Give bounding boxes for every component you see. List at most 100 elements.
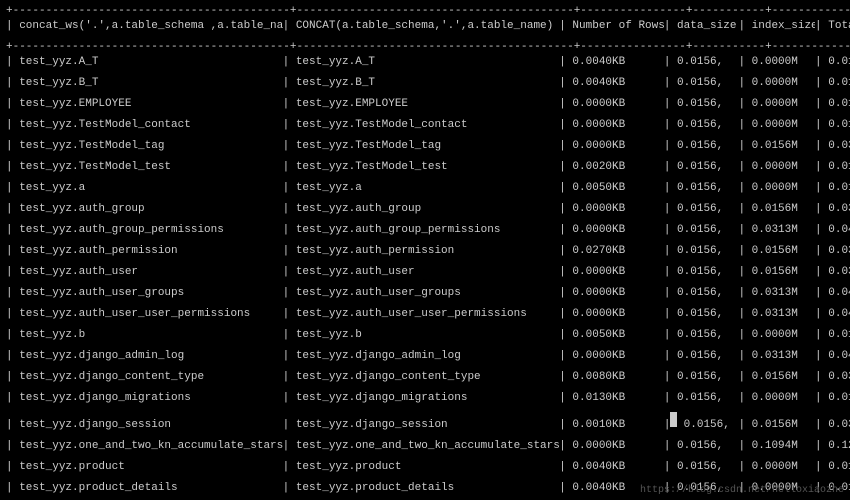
cell-data: 0.0156, — [670, 307, 738, 322]
col-total: Total — [822, 19, 850, 34]
cell-rows: 0.0000KB — [566, 439, 664, 454]
cell-data: 0.0156, — [670, 412, 738, 433]
cell-rows: 0.0000KB — [566, 97, 664, 112]
cell-index: 0.0156M — [745, 418, 815, 433]
cell-total: 0.0313M — [822, 244, 850, 259]
table-row: | test_yyz.a | test_yyz.a | 0.0050KB | 0… — [6, 181, 844, 202]
cell-index: 0.0000M — [745, 181, 815, 196]
cell-rows: 0.0020KB — [566, 160, 664, 175]
table-row: | test_yyz.A_T | test_yyz.A_T | 0.0040KB… — [6, 55, 844, 76]
col-concat: CONCAT(a.table_schema,'.',a.table_name) — [289, 19, 559, 34]
table-row: | test_yyz.TestModel_contact | test_yyz.… — [6, 118, 844, 139]
cell-name1: test_yyz.product — [13, 460, 283, 475]
cell-data: 0.0156, — [670, 439, 738, 454]
cell-name1: test_yyz.EMPLOYEE — [13, 97, 283, 112]
table-row: | test_yyz.EMPLOYEE | test_yyz.EMPLOYEE … — [6, 97, 844, 118]
cell-name2: test_yyz.auth_user_groups — [289, 286, 559, 301]
col-rows: Number of Rows — [566, 19, 664, 34]
cell-rows: 0.0010KB — [566, 418, 664, 433]
cell-data: 0.0156, — [670, 76, 738, 91]
cell-name2: test_yyz.auth_group_permissions — [289, 223, 559, 238]
cell-rows: 0.0000KB — [566, 202, 664, 217]
cell-rows: 0.0000KB — [566, 223, 664, 238]
cell-name2: test_yyz.auth_user — [289, 265, 559, 280]
cell-name2: test_yyz.TestModel_test — [289, 160, 559, 175]
cell-index: 0.0000M — [745, 118, 815, 133]
cell-rows: 0.0040KB — [566, 76, 664, 91]
cell-name2: test_yyz.auth_user_user_permissions — [289, 307, 559, 322]
table-row: | test_yyz.django_content_type | test_yy… — [6, 370, 844, 391]
cell-index: 0.0313M — [745, 223, 815, 238]
cell-rows: 0.0000KB — [566, 265, 664, 280]
cell-data: 0.0156, — [670, 97, 738, 112]
cell-name2: test_yyz.django_admin_log — [289, 349, 559, 364]
cell-rows: 0.0130KB — [566, 391, 664, 406]
cell-data: 0.0156, — [670, 265, 738, 280]
cell-rows: 0.0050KB — [566, 181, 664, 196]
cell-index: 0.0000M — [745, 391, 815, 406]
cell-index: 0.0000M — [745, 76, 815, 91]
cell-rows: 0.0000KB — [566, 349, 664, 364]
cell-total: 0.0156M — [822, 391, 850, 406]
cell-name2: test_yyz.A_T — [289, 55, 559, 70]
cell-total: 0.0469M — [822, 307, 850, 322]
cell-index: 0.1094M — [745, 439, 815, 454]
cell-name1: test_yyz.django_migrations — [13, 391, 283, 406]
cell-index: 0.0156M — [745, 139, 815, 154]
table-row: | test_yyz.auth_user | test_yyz.auth_use… — [6, 265, 844, 286]
cell-name2: test_yyz.b — [289, 328, 559, 343]
col-data-size: data_size — [670, 19, 738, 34]
cell-data: 0.0156, — [670, 139, 738, 154]
table-row: | test_yyz.b | test_yyz.b | 0.0050KB | 0… — [6, 328, 844, 349]
cell-data: 0.0156, — [670, 181, 738, 196]
cell-name1: test_yyz.product_details — [13, 481, 283, 496]
table-row: | test_yyz.one_and_two_kn_accumulate_sta… — [6, 439, 844, 460]
cell-index: 0.0313M — [745, 349, 815, 364]
cell-rows: 0.0080KB — [566, 370, 664, 385]
cell-name2: test_yyz.product_details — [289, 481, 559, 496]
table-row: | test_yyz.TestModel_tag | test_yyz.Test… — [6, 139, 844, 160]
cell-name1: test_yyz.auth_permission — [13, 244, 283, 259]
cell-name1: test_yyz.auth_user_groups — [13, 286, 283, 301]
cell-name2: test_yyz.TestModel_contact — [289, 118, 559, 133]
cell-rows: 0.0050KB — [566, 328, 664, 343]
cell-data: 0.0156, — [670, 160, 738, 175]
cell-total: 0.0469M — [822, 286, 850, 301]
cell-total: 0.0156M — [822, 181, 850, 196]
watermark: https://blog.csdn.net/helloxiaozhe — [640, 483, 844, 498]
cell-total: 0.0156M — [822, 160, 850, 175]
cell-name1: test_yyz.a — [13, 181, 283, 196]
cell-data: 0.0156, — [670, 118, 738, 133]
cell-index: 0.0313M — [745, 286, 815, 301]
cell-total: 0.0469M — [822, 349, 850, 364]
cell-total: 0.0313M — [822, 202, 850, 217]
cell-data: 0.0156, — [670, 286, 738, 301]
cell-name1: test_yyz.b — [13, 328, 283, 343]
cell-name1: test_yyz.A_T — [13, 55, 283, 70]
cell-name2: test_yyz.product — [289, 460, 559, 475]
cell-name1: test_yyz.auth_user_user_permissions — [13, 307, 283, 322]
header-separator: +---------------------------------------… — [6, 40, 844, 55]
cell-name1: test_yyz.B_T — [13, 76, 283, 91]
cell-total: 0.0313M — [822, 265, 850, 280]
cell-rows: 0.0000KB — [566, 286, 664, 301]
cell-data: 0.0156, — [670, 460, 738, 475]
cell-index: 0.0000M — [745, 160, 815, 175]
table-row: | test_yyz.auth_user_groups | test_yyz.a… — [6, 286, 844, 307]
cell-index: 0.0156M — [745, 202, 815, 217]
cell-name2: test_yyz.django_content_type — [289, 370, 559, 385]
cell-data: 0.0156, — [670, 244, 738, 259]
cell-name1: test_yyz.auth_group — [13, 202, 283, 217]
table-row: | test_yyz.auth_user_user_permissions | … — [6, 307, 844, 328]
cell-total: 0.1250M — [822, 439, 850, 454]
cell-name1: test_yyz.TestModel_contact — [13, 118, 283, 133]
cell-total: 0.0313M — [822, 418, 850, 433]
cell-rows: 0.0000KB — [566, 139, 664, 154]
cell-name2: test_yyz.auth_permission — [289, 244, 559, 259]
cell-data: 0.0156, — [670, 391, 738, 406]
cell-total: 0.0313M — [822, 139, 850, 154]
cell-rows: 0.0270KB — [566, 244, 664, 259]
cell-name1: test_yyz.django_session — [13, 418, 283, 433]
cell-index: 0.0000M — [745, 97, 815, 112]
cell-name2: test_yyz.auth_group — [289, 202, 559, 217]
